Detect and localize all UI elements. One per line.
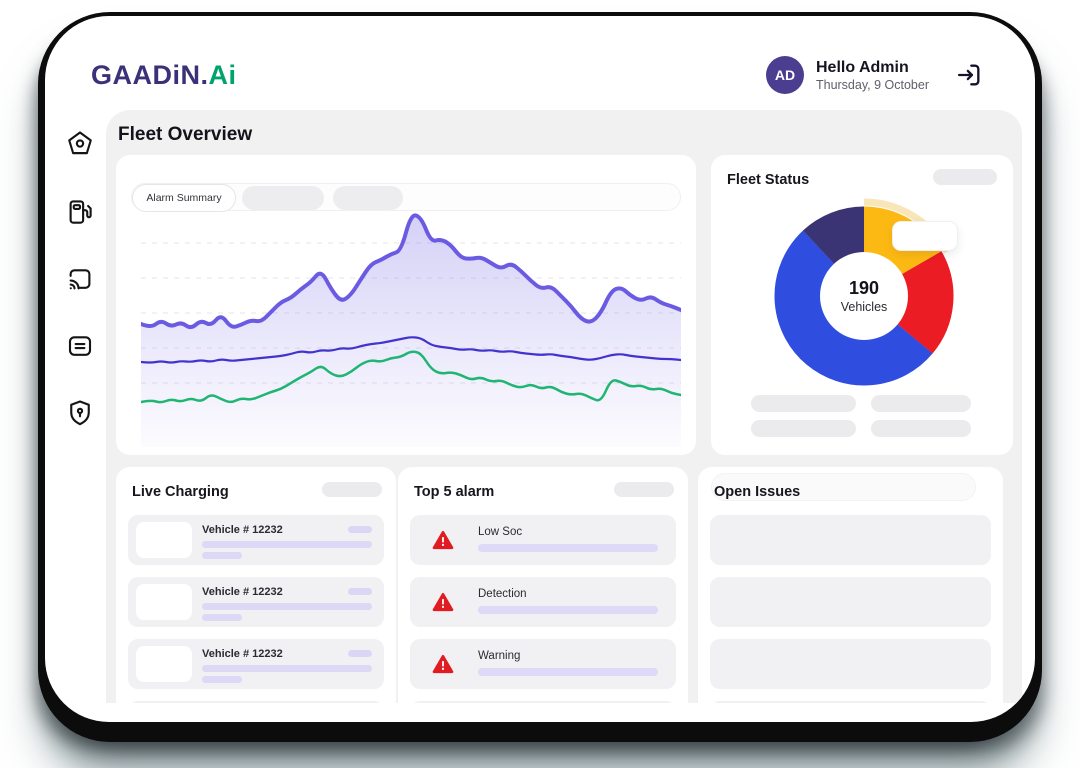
top-alarms-title: Top 5 alarm (414, 484, 494, 500)
charging-progress-bar (202, 541, 372, 548)
open-issue-row-placeholder[interactable] (710, 639, 991, 689)
sidebar-item-cast-icon[interactable] (62, 261, 98, 297)
vehicle-count: 190 (841, 278, 888, 299)
top-alarms-filter-placeholder[interactable] (614, 482, 674, 497)
vehicle-label: Vehicle # 12232 (202, 586, 283, 598)
live-charging-list: Vehicle # 12232 Vehicle # 12232 Vehicle # … (128, 515, 384, 703)
header-user-area: AD Hello Admin Thursday, 9 October (766, 56, 983, 94)
charging-progress-bar (202, 603, 372, 610)
sidebar-item-charging-icon[interactable] (62, 194, 98, 230)
charging-progress-sub-bar (202, 676, 242, 683)
top-alarms-list: Low Soc Detection Warning (410, 515, 676, 703)
live-charging-row[interactable]: Vehicle # 12232 (128, 639, 384, 689)
alarm-frequency-bar (478, 606, 658, 614)
logout-icon[interactable] (955, 61, 983, 89)
sidebar-item-home-icon[interactable] (62, 126, 98, 162)
legend-placeholder-3 (751, 420, 856, 437)
vehicle-thumbnail (136, 584, 192, 620)
top-alarms-card: Top 5 alarm Low Soc Detection Warning (398, 467, 688, 703)
donut-tooltip (892, 221, 958, 251)
legend-placeholder-1 (751, 395, 856, 412)
avatar: AD (766, 56, 804, 94)
vehicle-count-label: Vehicles (841, 300, 888, 314)
live-charging-card: Live Charging Vehicle # 12232Vehicle # 1… (116, 467, 396, 703)
charging-progress-sub-bar (202, 552, 242, 559)
live-charging-row[interactable]: Vehicle # 12232 (128, 515, 384, 565)
app-screen: GAADiN.Ai AD Hello Admin Thursday, 9 Oct… (45, 16, 1035, 722)
vehicle-status-pill (348, 588, 372, 595)
tablet-frame: GAADiN.Ai AD Hello Admin Thursday, 9 Oct… (38, 12, 1042, 742)
legend-placeholder-2 (871, 395, 971, 412)
greeting-text: Hello Admin (816, 59, 929, 77)
legend-placeholder-4 (871, 420, 971, 437)
vehicle-thumbnail (136, 646, 192, 682)
alarm-row[interactable]: Low Soc (410, 515, 676, 565)
vehicle-thumbnail (136, 522, 192, 558)
sidebar-item-list-icon[interactable] (62, 328, 98, 364)
live-charging-filter-placeholder[interactable] (322, 482, 382, 497)
live-charging-row[interactable]: Vehicle # 12232 (128, 577, 384, 627)
charging-progress-bar (202, 665, 372, 672)
brand-logo-accent: Ai (209, 60, 237, 90)
open-issue-row-placeholder[interactable] (710, 701, 991, 703)
user-text: Hello Admin Thursday, 9 October (816, 59, 929, 92)
alarm-row[interactable]: Warning (410, 639, 676, 689)
open-issue-row-placeholder[interactable] (710, 515, 991, 565)
sidebar-item-location-shield-icon[interactable] (62, 395, 98, 431)
date-text: Thursday, 9 October (816, 78, 929, 92)
warning-triangle-icon (432, 591, 454, 613)
charging-progress-sub-bar (202, 614, 242, 621)
open-issues-card: Open Issues (698, 467, 1003, 703)
vehicle-label: Vehicle # 12232 (202, 524, 283, 536)
live-charging-row[interactable] (128, 701, 384, 703)
fleet-status-filter-placeholder[interactable] (933, 169, 997, 185)
page-title: Fleet Overview (118, 124, 252, 146)
alarm-label: Low Soc (478, 526, 522, 538)
alarm-frequency-bar (478, 668, 658, 676)
vehicle-status-pill (348, 650, 372, 657)
alarm-summary-line-chart[interactable] (141, 207, 681, 447)
brand-logo: GAADiN.Ai (91, 60, 237, 91)
alarm-label: Warning (478, 650, 520, 662)
alarm-label: Detection (478, 588, 527, 600)
page-background: GAADiN.Ai AD Hello Admin Thursday, 9 Oct… (0, 0, 1080, 768)
fleet-status-title: Fleet Status (727, 172, 809, 188)
vehicle-status-pill (348, 526, 372, 533)
alarm-row[interactable] (410, 701, 676, 703)
donut-center-label: 190 Vehicles (841, 278, 888, 314)
dashboard-content: Fleet Overview Alarm Summary Fleet Statu… (106, 110, 1022, 703)
brand-logo-primary: GAADiN. (91, 60, 209, 90)
open-issues-list (710, 515, 991, 703)
chart-area-fill (141, 215, 681, 447)
alarm-frequency-bar (478, 544, 658, 552)
open-issue-row-placeholder[interactable] (710, 577, 991, 627)
vehicle-label: Vehicle # 12232 (202, 648, 283, 660)
live-charging-title: Live Charging (132, 484, 229, 500)
warning-triangle-icon (432, 529, 454, 551)
alarm-row[interactable]: Detection (410, 577, 676, 627)
alarm-summary-card: Alarm Summary (116, 155, 696, 455)
fleet-status-card: Fleet Status 190 Vehicles (711, 155, 1013, 455)
open-issues-title: Open Issues (714, 484, 800, 500)
warning-triangle-icon (432, 653, 454, 675)
